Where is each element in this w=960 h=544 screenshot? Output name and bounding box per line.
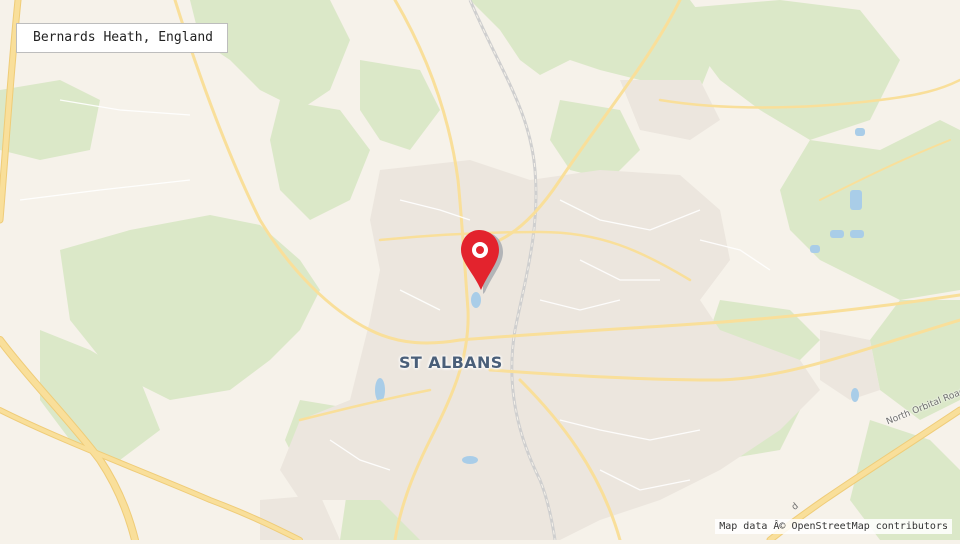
location-name-label: Bernards Heath, England: [16, 23, 228, 53]
map-attribution: Map data Â© OpenStreetMap contributors: [715, 519, 952, 534]
map-pin-icon[interactable]: [457, 228, 505, 294]
city-label: ST ALBANS: [399, 353, 503, 372]
map-pin-graphic: [461, 230, 503, 294]
